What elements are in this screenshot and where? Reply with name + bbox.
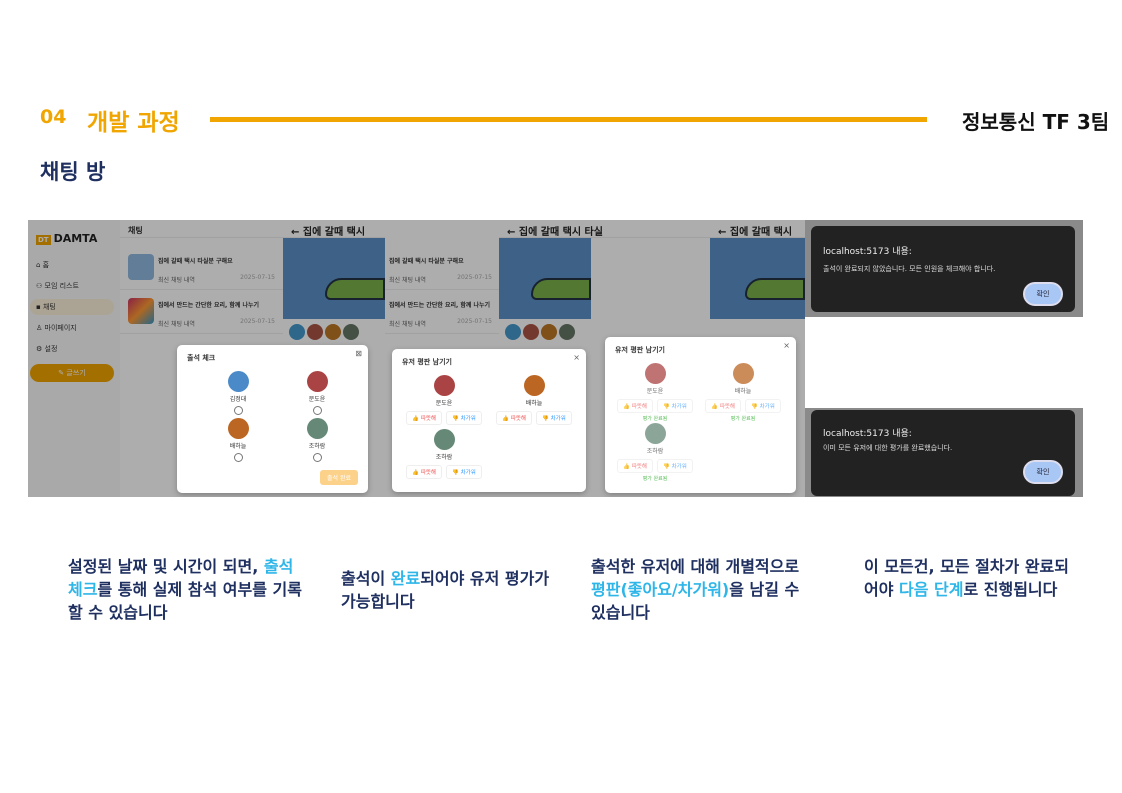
dislike-button[interactable]: 👎 차가워 bbox=[446, 411, 482, 425]
dislike-button[interactable]: 👎 차가워 bbox=[446, 465, 482, 479]
alert-dialog: localhost:5173 내용: 출석이 완료되지 않았습니다. 모든 인원을… bbox=[811, 226, 1075, 312]
attendance-radio[interactable] bbox=[312, 453, 322, 462]
dislike-button[interactable]: 👎 차가워 bbox=[536, 411, 572, 425]
section-title: 개발 과정 bbox=[87, 110, 180, 136]
confirm-button[interactable]: 확인 bbox=[1023, 282, 1063, 306]
caption-2: 출석이 완료되어야 유저 평가가 가능합니다 bbox=[341, 569, 550, 611]
section-number: 04 bbox=[40, 106, 67, 128]
close-icon[interactable]: × bbox=[783, 341, 790, 350]
caption-1: 설정된 날짜 및 시간이 되면, 출석 체크를 통해 실제 참석 여부를 기록할… bbox=[68, 557, 302, 622]
alert-dialog: localhost:5173 내용: 이미 모든 유저에 대한 평가를 완료했습니… bbox=[811, 410, 1075, 496]
screenshot-attendance: DT DAMTA ⌂ 홈 ⚇ 모임 리스트 ▪ 채팅 ♙ 마이페이지 ⚙ 설정 ✎… bbox=[28, 220, 385, 497]
page-subtitle: 채팅 방 bbox=[40, 160, 106, 184]
screenshot-alert-1: localhost:5173 내용: 출석이 완료되지 않았습니다. 모든 인원을… bbox=[805, 220, 1083, 317]
attendance-radio[interactable] bbox=[233, 453, 243, 462]
attendance-submit-button[interactable]: 출석 완료 bbox=[320, 470, 358, 485]
rating-modal: 유저 평판 남기기 × 문도윤 👍 따뜻해 👎 차가워 배하늘 👍 따뜻해 👎 차가워 조… bbox=[392, 349, 586, 492]
team-name: 정보통신 TF 3팀 bbox=[962, 110, 1110, 134]
close-icon[interactable]: ⊠ bbox=[355, 349, 362, 358]
attendance-modal: 출석 체크 ⊠ 김정대 문도윤 배하늘 조하람 출석 완료 bbox=[177, 345, 368, 493]
like-button[interactable]: 👍 따뜻해 bbox=[406, 411, 442, 425]
caption-4: 이 모든건, 모든 절차가 완료되어야 다음 단계로 진행됩니다 bbox=[864, 557, 1069, 599]
attendance-radio[interactable] bbox=[312, 406, 322, 415]
screenshot-alert-2: localhost:5173 내용: 이미 모든 유저에 대한 평가를 완료했습니… bbox=[805, 408, 1083, 497]
confirm-button[interactable]: 확인 bbox=[1023, 460, 1063, 484]
like-button[interactable]: 👍 따뜻해 bbox=[496, 411, 532, 425]
header-rule bbox=[210, 117, 927, 122]
caption-3: 출석한 유저에 대해 개별적으로 평판(좋아요/차가워)을 남길 수 있습니다 bbox=[591, 557, 800, 622]
close-icon[interactable]: × bbox=[573, 353, 580, 362]
screenshot-rating: 집에 갈때 택시 타실분 구해요 최신 채팅 내역 2025-07-15 집에서 만… bbox=[385, 220, 805, 497]
like-button[interactable]: 👍 따뜻해 bbox=[406, 465, 442, 479]
attendance-radio[interactable] bbox=[233, 406, 243, 415]
rating-modal-completed: 유저 평판 남기기 × 문도윤 👍 따뜻해 👎 차가워 평가 완료됨 배하늘 👍 따뜻해 👎… bbox=[605, 337, 796, 493]
